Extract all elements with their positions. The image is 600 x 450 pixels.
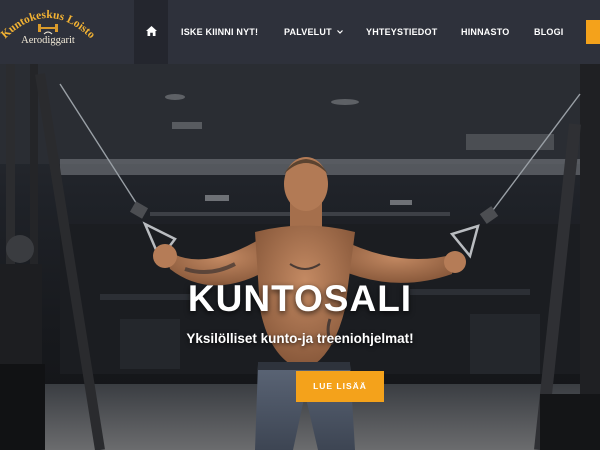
nav-iske-kiinni-nyt[interactable]: ISKE KIINNI NYT! — [181, 0, 258, 64]
nav-label: PALVELUT — [284, 27, 332, 37]
nav-yhteystiedot[interactable]: YHTEYSTIEDOT — [366, 0, 437, 64]
top-navigation: Kuntokeskus Loisto Aerodiggarit ISKE KII… — [0, 0, 600, 64]
hero-title: KUNTOSALI — [187, 278, 413, 319]
nav-label: HINNASTO — [461, 27, 510, 37]
site-logo[interactable]: Kuntokeskus Loisto Aerodiggarit — [0, 0, 96, 64]
hero-section: KUNTOSALI Yksilölliset kunto-ja treenioh… — [0, 64, 600, 450]
nav-home[interactable] — [134, 0, 168, 64]
home-icon — [145, 26, 157, 36]
nav-palvelut[interactable]: PALVELUT — [284, 0, 343, 64]
logo-subtitle: Aerodiggarit — [21, 35, 75, 46]
nav-label: ISKE KIINNI NYT! — [181, 27, 259, 37]
nav-blogi[interactable]: BLOGI — [534, 0, 564, 64]
nav-cta-button[interactable] — [586, 20, 600, 44]
nav-label: YHTEYSTIEDOT — [366, 27, 438, 37]
hero-subtitle: Yksilölliset kunto-ja treeniohjelmat! — [186, 331, 414, 346]
chevron-down-icon — [336, 30, 343, 34]
read-more-button[interactable]: LUE LISÄÄ — [296, 371, 384, 402]
logo-emblem: Kuntokeskus Loisto — [0, 9, 96, 40]
nav-hinnasto[interactable]: HINNASTO — [461, 0, 509, 64]
nav-label: BLOGI — [534, 27, 564, 37]
